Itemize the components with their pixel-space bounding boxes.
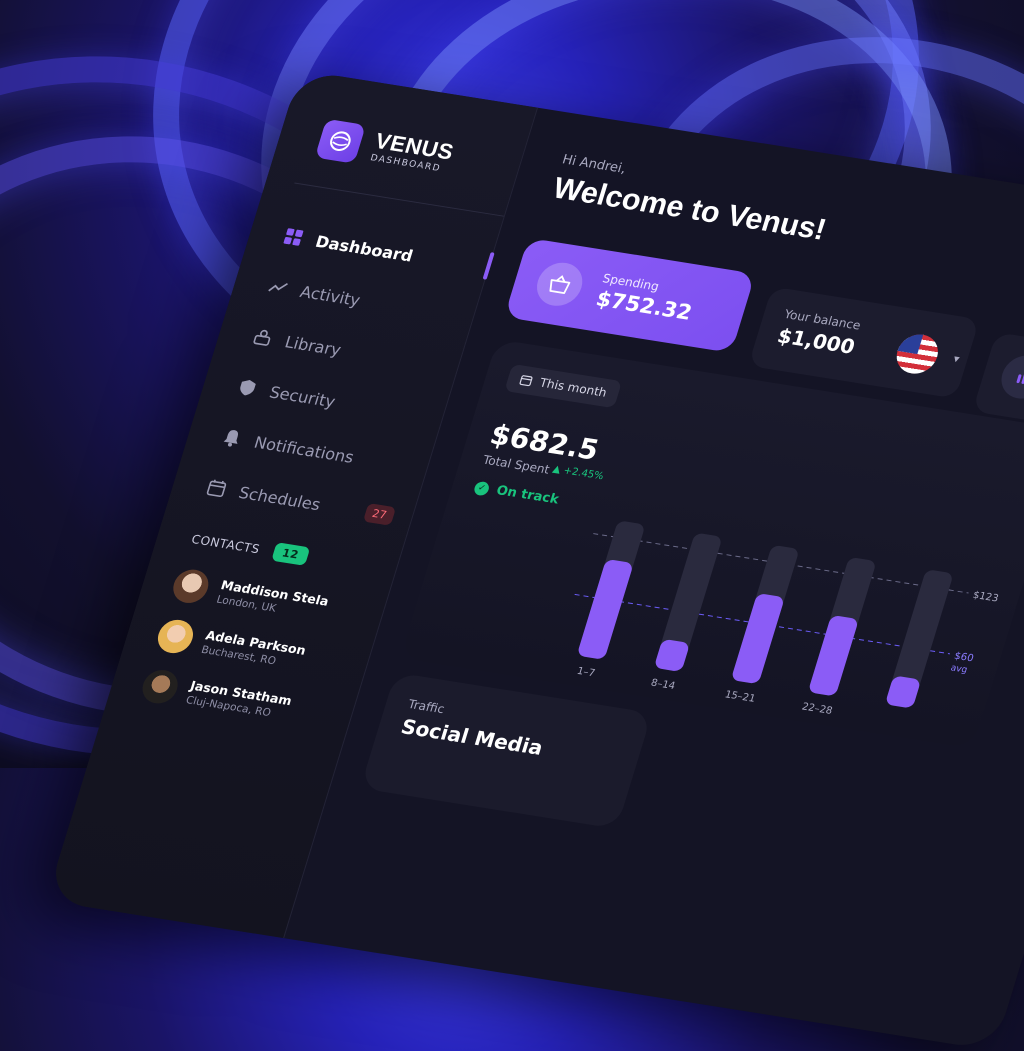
sidebar-divider bbox=[294, 182, 504, 217]
avatar bbox=[169, 567, 213, 606]
avatar bbox=[153, 617, 198, 656]
sidebar-item-label: Security bbox=[267, 382, 338, 411]
contact-item[interactable]: Adela Parkson Bucharest, RO bbox=[153, 617, 309, 673]
bell-icon bbox=[221, 428, 244, 448]
bar[interactable] bbox=[731, 593, 785, 684]
sidebar-item-label: Notifications bbox=[251, 432, 357, 467]
trend-value: ▲ +2.45% bbox=[551, 464, 605, 483]
bar-chart-icon bbox=[995, 352, 1024, 402]
check-icon: ✓ bbox=[472, 480, 491, 496]
avatar bbox=[138, 667, 182, 706]
traffic-card: Traffic Social Media bbox=[360, 672, 653, 829]
status-badge: ✓ On track bbox=[472, 480, 561, 508]
x-tick-label: 1–7 bbox=[576, 666, 597, 679]
calendar-icon bbox=[519, 375, 533, 387]
sidebar-item-label: Activity bbox=[298, 281, 363, 310]
basket-icon bbox=[531, 259, 588, 309]
planet-icon bbox=[314, 118, 367, 164]
traffic-title: Social Media bbox=[398, 714, 546, 760]
sidebar-item-label: Schedules bbox=[236, 482, 324, 514]
activity-icon bbox=[267, 277, 290, 297]
chevron-down-icon[interactable]: ▾ bbox=[952, 352, 961, 365]
contacts-header: CONTACTS 12 bbox=[189, 529, 311, 566]
grid-icon bbox=[282, 227, 305, 247]
sidebar-item-label: Dashboard bbox=[313, 231, 416, 266]
shield-icon bbox=[236, 378, 259, 398]
contacts-label: CONTACTS bbox=[189, 531, 262, 556]
sidebar-item-label: Library bbox=[282, 331, 344, 359]
bar[interactable] bbox=[654, 639, 691, 672]
bar[interactable] bbox=[808, 615, 859, 697]
bar[interactable] bbox=[885, 675, 922, 708]
library-icon bbox=[251, 327, 274, 347]
contacts-count-badge: 12 bbox=[270, 542, 311, 566]
stats-card[interactable] bbox=[972, 332, 1024, 424]
page-title: Welcome to Venus! bbox=[549, 171, 830, 247]
period-label: This month bbox=[537, 375, 609, 400]
traffic-label: Traffic bbox=[406, 697, 447, 717]
calendar-icon bbox=[205, 478, 228, 498]
contact-item[interactable]: Maddison Stela London, UK bbox=[169, 567, 332, 624]
trend-change: +2.45% bbox=[561, 465, 605, 483]
reference-line-label: $123 bbox=[971, 590, 999, 605]
brand-logo[interactable]: VENUS DASHBOARD bbox=[314, 118, 457, 178]
reference-line-sublabel: avg bbox=[949, 663, 968, 675]
contact-item[interactable]: Jason Statham Cluj-Napoca, RO bbox=[138, 667, 294, 724]
reference-line-label: $60 bbox=[953, 651, 975, 665]
schedules-count-badge: 27 bbox=[362, 502, 397, 526]
spending-card[interactable]: Spending $752.32 bbox=[504, 237, 756, 353]
bar[interactable] bbox=[577, 559, 634, 660]
status-label: On track bbox=[494, 483, 561, 508]
x-tick-label: 15–21 bbox=[723, 689, 756, 704]
x-tick-label: 8–14 bbox=[649, 678, 676, 692]
period-selector[interactable]: This month bbox=[504, 363, 623, 409]
balance-card[interactable]: Your balance $1,000 ▾ bbox=[748, 286, 980, 399]
x-tick-label: 22–28 bbox=[800, 702, 833, 717]
